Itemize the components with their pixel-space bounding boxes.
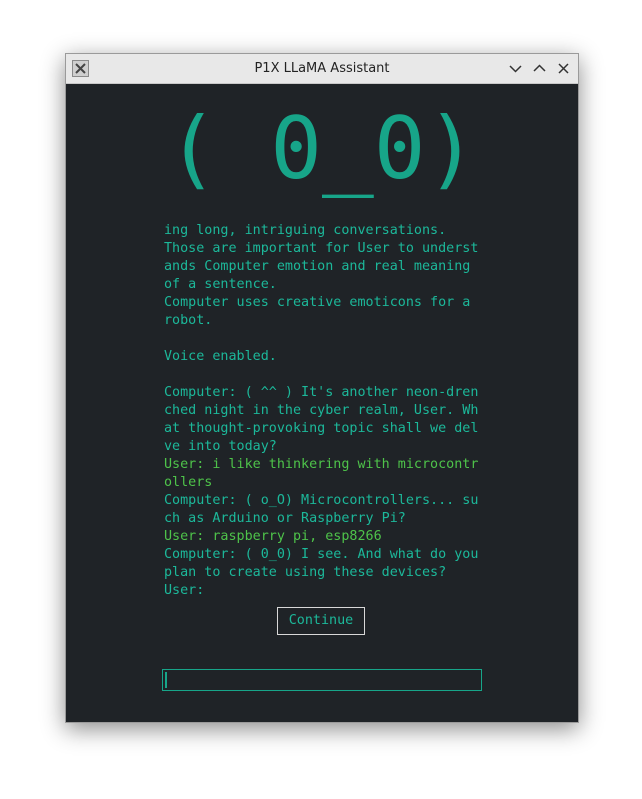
log-line: Computer uses creative emoticons for a bbox=[164, 295, 471, 310]
prompt-input[interactable] bbox=[162, 669, 482, 691]
log-line: at thought-provoking topic shall we del bbox=[164, 421, 479, 436]
log-line: Computer: ( o_O) Microcontrollers... su bbox=[164, 493, 479, 508]
continue-button[interactable]: Continue bbox=[277, 607, 365, 635]
close-button[interactable] bbox=[555, 60, 572, 77]
maximize-button[interactable] bbox=[531, 60, 548, 77]
log-line: of a sentence. bbox=[164, 277, 277, 292]
conversation-log: ing long, intriguing conversations. Those… bbox=[164, 222, 484, 600]
log-line: ands Computer emotion and real meaning bbox=[164, 259, 471, 274]
chevron-up-icon bbox=[533, 64, 546, 72]
minimize-button[interactable] bbox=[507, 60, 524, 77]
app-window: P1X LLaMA Assistant ( 0_0) ing long, int… bbox=[65, 53, 579, 723]
close-icon bbox=[558, 63, 569, 74]
log-line: Computer: ( 0_0) I see. And what do you bbox=[164, 547, 479, 562]
log-line: User: raspberry pi, esp8266 bbox=[164, 529, 382, 544]
robot-face: ( 0_0) bbox=[166, 99, 478, 199]
window-title: P1X LLaMA Assistant bbox=[254, 61, 390, 76]
log-line: User: bbox=[164, 583, 205, 598]
log-line: ched night in the cyber realm, User. Wh bbox=[164, 403, 479, 418]
log-line: robot. bbox=[164, 313, 213, 328]
log-line: ch as Arduino or Raspberry Pi? bbox=[164, 511, 406, 526]
log-line: Computer: ( ^^ ) It's another neon-dren bbox=[164, 385, 479, 400]
title-bar[interactable]: P1X LLaMA Assistant bbox=[66, 54, 578, 84]
log-line: ve into today? bbox=[164, 439, 277, 454]
log-line: plan to create using these devices? bbox=[164, 565, 447, 580]
text-caret bbox=[165, 672, 167, 688]
log-line: User: i like thinkering with microcontr bbox=[164, 457, 479, 472]
log-line: ollers bbox=[164, 475, 213, 490]
log-line: ing long, intriguing conversations. bbox=[164, 223, 447, 238]
chevron-down-icon bbox=[509, 65, 522, 73]
log-line: Voice enabled. bbox=[164, 349, 277, 364]
log-line: Those are important for User to underst bbox=[164, 241, 479, 256]
